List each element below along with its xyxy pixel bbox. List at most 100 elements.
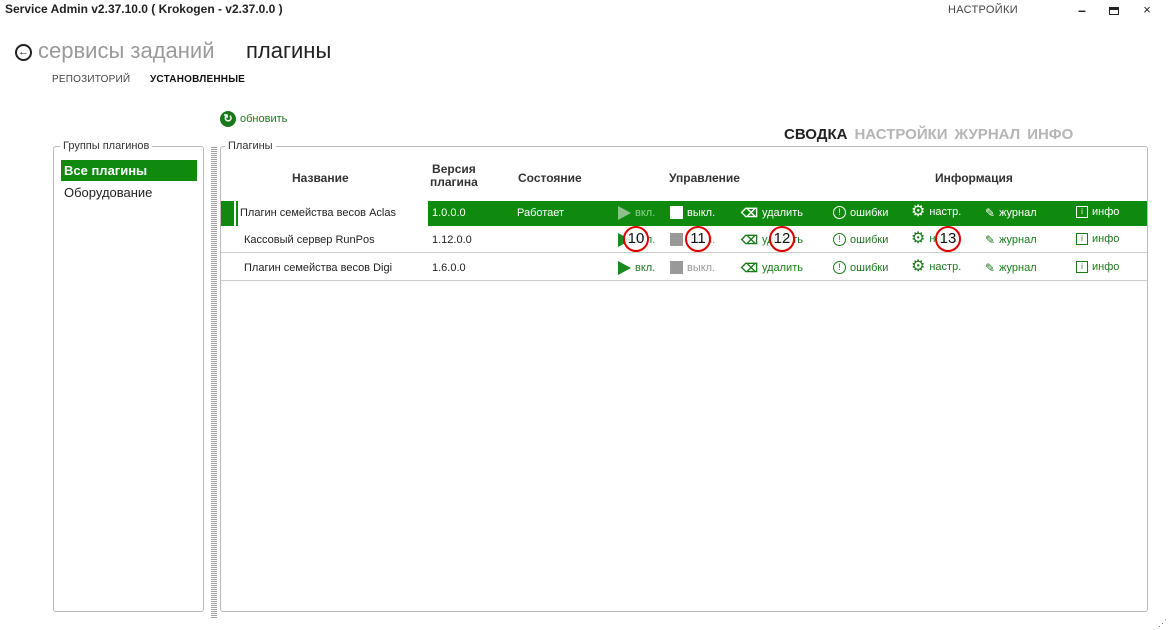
disable-button[interactable]: выкл. xyxy=(670,206,715,219)
header-version: Версия плагина xyxy=(430,162,478,189)
exclamation-icon: ! xyxy=(833,206,846,219)
info-icon: i xyxy=(1076,206,1088,218)
journal-button[interactable]: ✎ журнал xyxy=(985,206,1037,220)
table-row[interactable]: Плагин семейства весов Aclas 1.0.0.0 Раб… xyxy=(221,201,1147,226)
info-icon: i xyxy=(1076,261,1088,273)
info-button[interactable]: i инфо xyxy=(1076,233,1119,245)
journal-icon: ✎ xyxy=(985,233,996,247)
plugins-legend: Плагины xyxy=(225,140,276,152)
disable-button[interactable]: выкл. xyxy=(670,261,715,274)
app-title: Service Admin v2.37.10.0 ( Krokogen - v2… xyxy=(5,2,283,16)
back-arrow-icon[interactable]: ← xyxy=(15,44,32,61)
delete-label: удалить xyxy=(761,262,803,274)
errors-button[interactable]: ! ошибки xyxy=(833,261,888,274)
group-item-all-plugins[interactable]: Все плагины xyxy=(61,160,197,181)
table-row[interactable]: Кассовый сервер RunPos 1.12.0.0 вкл. вык… xyxy=(221,228,1147,253)
tab-summary[interactable]: СВОДКА xyxy=(784,126,847,143)
stop-icon xyxy=(670,261,683,274)
breadcrumb-parent[interactable]: сервисы заданий xyxy=(38,38,215,64)
callout-marker: 11 xyxy=(685,226,711,252)
settings-button[interactable]: ⚙настр. xyxy=(911,203,962,220)
errors-label: ошибки xyxy=(850,206,889,219)
info-label: инфо xyxy=(1092,206,1120,218)
journal-label: журнал xyxy=(999,207,1037,219)
resize-grip-icon[interactable]: ⋰ xyxy=(1158,618,1167,629)
info-icon: i xyxy=(1076,233,1088,245)
errors-label: ошибки xyxy=(850,233,889,246)
panel-splitter[interactable] xyxy=(211,146,217,618)
tab-info[interactable]: ИНФО xyxy=(1027,126,1073,143)
group-item-equipment[interactable]: Оборудование xyxy=(61,182,197,203)
settings-menu-button[interactable]: НАСТРОЙКИ xyxy=(948,4,1018,16)
info-label: инфо xyxy=(1092,261,1120,273)
journal-icon: ✎ xyxy=(985,261,996,275)
plugin-state: Работает xyxy=(517,207,565,219)
disable-label: выкл. xyxy=(687,261,716,274)
settings-label: настр. xyxy=(929,261,962,273)
stop-icon xyxy=(670,206,683,219)
journal-label: журнал xyxy=(999,262,1037,274)
tab-repository[interactable]: РЕПОЗИТОРИЙ xyxy=(52,74,130,85)
info-button[interactable]: i инфо xyxy=(1076,261,1119,273)
refresh-label: обновить xyxy=(240,113,288,125)
row-selection-marker xyxy=(222,201,236,226)
journal-button[interactable]: ✎ журнал xyxy=(985,261,1037,275)
maximize-icon xyxy=(1109,7,1119,15)
tab-installed[interactable]: УСТАНОВЛЕННЫЕ xyxy=(150,74,245,85)
header-info: Информация xyxy=(935,171,1013,185)
page-title: плагины xyxy=(246,38,332,63)
enable-button[interactable]: вкл. xyxy=(618,206,655,220)
trash-icon: ⌫ xyxy=(741,261,758,275)
settings-label: настр. xyxy=(929,206,962,218)
header-state: Состояние xyxy=(518,171,582,185)
trash-icon: ⌫ xyxy=(741,233,758,247)
view-tabs: СВОДКА НАСТРОЙКИ ЖУРНАЛ ИНФО xyxy=(784,126,1073,143)
plugin-groups-panel xyxy=(53,146,204,612)
table-row[interactable]: Плагин семейства весов Digi 1.6.0.0 вкл.… xyxy=(221,256,1147,281)
refresh-icon: ↻ xyxy=(220,111,236,127)
enable-label: вкл. xyxy=(635,262,656,274)
header-control: Управление xyxy=(669,171,740,185)
delete-button[interactable]: ⌫удалить xyxy=(741,261,803,275)
callout-marker: 13 xyxy=(935,226,961,252)
trash-icon: ⌫ xyxy=(741,206,758,220)
plugin-name: Плагин семейства весов Digi xyxy=(244,262,393,274)
plugin-name: Кассовый сервер RunPos xyxy=(244,234,375,246)
gear-icon: ⚙ xyxy=(911,230,926,247)
errors-button[interactable]: ! ошибки xyxy=(833,206,888,219)
plugin-version: 1.12.0.0 xyxy=(432,234,472,246)
gear-icon: ⚙ xyxy=(911,203,926,220)
stop-icon xyxy=(670,233,683,246)
minimize-button[interactable]: – xyxy=(1070,0,1094,20)
errors-button[interactable]: ! ошибки xyxy=(833,233,888,246)
title-bar: Service Admin v2.37.10.0 ( Krokogen - v2… xyxy=(0,0,1168,34)
journal-button[interactable]: ✎ журнал xyxy=(985,233,1037,247)
plugin-groups-legend: Группы плагинов xyxy=(60,140,153,152)
journal-label: журнал xyxy=(999,234,1037,246)
play-icon xyxy=(618,261,631,275)
header-name: Название xyxy=(292,171,349,185)
callout-marker: 12 xyxy=(769,226,795,252)
delete-button[interactable]: ⌫удалить xyxy=(741,206,803,220)
refresh-button[interactable]: ↻ обновить xyxy=(220,111,287,127)
close-button[interactable]: × xyxy=(1135,0,1159,20)
plugin-name: Плагин семейства весов Aclas xyxy=(238,201,428,226)
plugin-version: 1.6.0.0 xyxy=(432,262,466,274)
maximize-button[interactable] xyxy=(1102,0,1126,20)
info-label: инфо xyxy=(1092,233,1120,245)
info-button[interactable]: i инфо xyxy=(1076,206,1119,218)
settings-button[interactable]: ⚙настр. xyxy=(911,258,962,275)
enable-label: вкл. xyxy=(635,207,656,219)
tab-settings[interactable]: НАСТРОЙКИ xyxy=(854,126,947,143)
tab-journal[interactable]: ЖУРНАЛ xyxy=(955,126,1021,143)
play-icon xyxy=(618,206,631,220)
exclamation-icon: ! xyxy=(833,233,846,246)
delete-label: удалить xyxy=(761,207,803,219)
errors-label: ошибки xyxy=(850,261,889,274)
plugin-version: 1.0.0.0 xyxy=(432,207,466,219)
disable-label: выкл. xyxy=(687,206,716,219)
exclamation-icon: ! xyxy=(833,261,846,274)
enable-button[interactable]: вкл. xyxy=(618,261,655,275)
callout-marker: 10 xyxy=(623,226,649,252)
gear-icon: ⚙ xyxy=(911,258,926,275)
